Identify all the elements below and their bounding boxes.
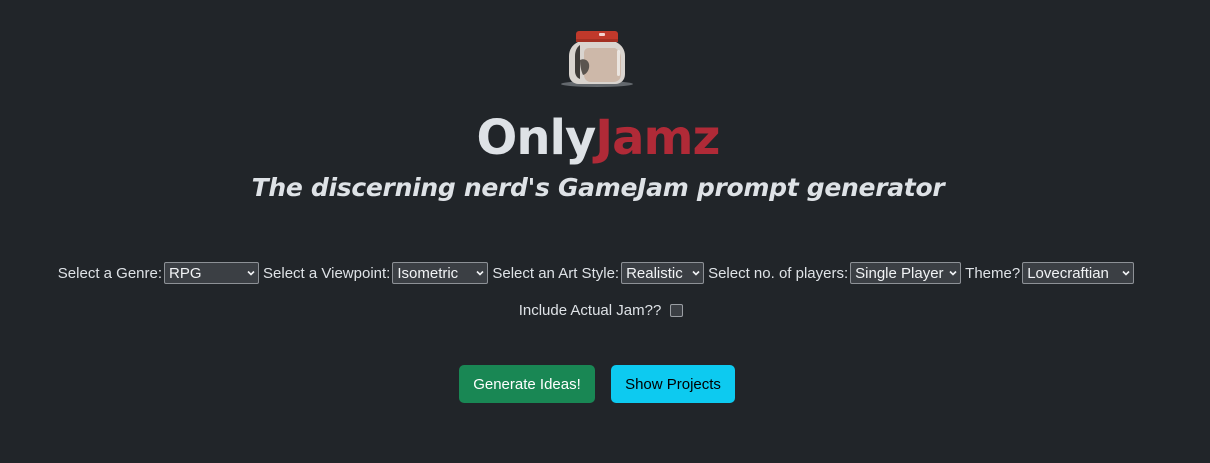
genre-label: Select a Genre: [57, 264, 163, 282]
genre-select[interactable]: RPG [164, 262, 260, 284]
art-style-select-value: Realistic [626, 264, 683, 282]
theme-select[interactable]: Lovecraftian [1022, 262, 1135, 284]
players-label: Select no. of players: [708, 264, 849, 282]
show-projects-button[interactable]: Show Projects [611, 365, 735, 403]
viewpoint-select[interactable]: Isometric [392, 262, 489, 284]
page-title: OnlyJamz [0, 108, 1196, 168]
chevron-down-icon [476, 270, 484, 276]
art-style-label: Select an Art Style: [492, 264, 620, 282]
chevron-down-icon [692, 270, 700, 276]
chevron-down-icon [949, 270, 957, 276]
chevron-down-icon [1122, 270, 1130, 276]
players-select[interactable]: Single Player [850, 262, 962, 284]
page: OnlyJamz The discerning nerd's GameJam p… [0, 0, 1210, 463]
viewpoint-select-value: Isometric [397, 264, 459, 282]
viewpoint-label: Select a Viewpoint: [263, 264, 391, 282]
page-subtitle: The discerning nerd's GameJam prompt gen… [251, 173, 945, 202]
generate-ideas-button[interactable]: Generate Ideas! [459, 365, 595, 403]
genre-select-value: RPG [169, 264, 202, 282]
art-style-select[interactable]: Realistic [621, 262, 705, 284]
options-row: Select a Genre: RPG Select a Viewpoint: … [0, 260, 1196, 286]
theme-label: Theme? [965, 264, 1021, 282]
jam-jar-icon [561, 31, 633, 87]
include-jam-label: Include Actual Jam?? [518, 302, 662, 319]
title-part-jamz: Jamz [595, 110, 720, 166]
include-jam-checkbox[interactable] [670, 304, 684, 317]
chevron-down-icon [247, 270, 255, 276]
title-part-only: Only [476, 110, 597, 166]
theme-select-value: Lovecraftian [1027, 264, 1109, 282]
include-jam-row: Include Actual Jam?? [0, 302, 1202, 319]
players-select-value: Single Player [855, 264, 944, 282]
